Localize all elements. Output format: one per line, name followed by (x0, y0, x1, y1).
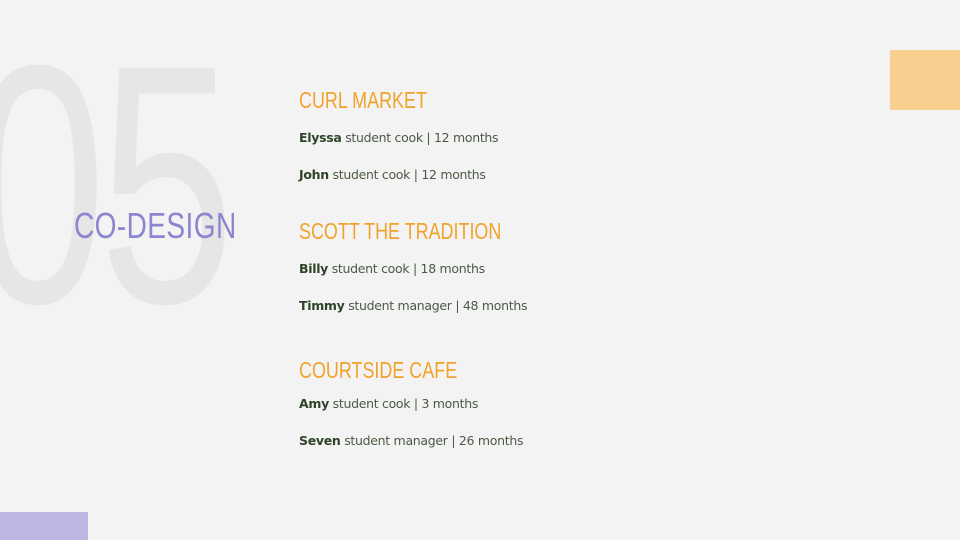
group-title: SCOTT THE TRADITION (299, 218, 502, 244)
group-courtside-cafe: COURTSIDE CAFE Amy student cook | 3 mont… (299, 357, 523, 449)
group-title: COURTSIDE CAFE (299, 357, 458, 383)
person-role: student cook | 18 months (331, 261, 485, 276)
person-name: Billy (299, 261, 329, 276)
person-entry: Billy student cook | 18 months (299, 261, 558, 277)
person-entry: Elyssa student cook | 12 months (299, 130, 499, 146)
person-name: Timmy (299, 298, 345, 313)
person-role: student cook | 12 months (345, 130, 499, 145)
person-role: student cook | 3 months (332, 396, 479, 411)
person-name: Elyssa (299, 130, 342, 145)
person-name: Seven (299, 433, 341, 448)
person-name: John (299, 167, 329, 182)
decorative-orange-block (890, 50, 960, 110)
decorative-purple-block (0, 512, 88, 540)
person-role: student manager | 48 months (348, 298, 528, 313)
group-title: CURL MARKET (299, 87, 427, 113)
person-role: student manager | 26 months (344, 433, 524, 448)
person-name: Amy (299, 396, 329, 411)
person-entry: Amy student cook | 3 months (299, 396, 523, 412)
person-entry: Timmy student manager | 48 months (299, 298, 558, 314)
group-scott-the-tradition: SCOTT THE TRADITION Billy student cook |… (299, 218, 558, 314)
person-role: student cook | 12 months (332, 167, 486, 182)
section-title: CO-DESIGN (74, 205, 237, 246)
background-section-number: 05 (0, 0, 235, 375)
group-curl-market: CURL MARKET Elyssa student cook | 12 mon… (299, 87, 499, 183)
person-entry: Seven student manager | 26 months (299, 433, 523, 449)
person-entry: John student cook | 12 months (299, 167, 498, 183)
